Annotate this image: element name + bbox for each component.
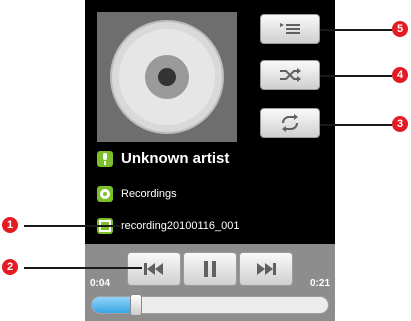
artist-row: Unknown artist — [97, 150, 229, 167]
track-name: recording20100116_001 — [121, 220, 240, 232]
previous-icon — [144, 263, 163, 275]
album-name: Recordings — [121, 188, 177, 200]
shuffle-button[interactable] — [260, 60, 320, 90]
callout-line-3 — [320, 124, 392, 126]
progress-thumb[interactable] — [129, 294, 142, 316]
callout-4: 4 — [392, 67, 408, 83]
playlist-icon — [280, 23, 300, 34]
pause-icon — [204, 261, 216, 277]
callout-line-5 — [320, 29, 392, 31]
album-icon — [97, 186, 113, 202]
pause-button[interactable] — [183, 252, 237, 286]
shuffle-icon — [280, 68, 301, 82]
next-icon — [257, 263, 276, 275]
callout-2: 2 — [2, 259, 18, 275]
callout-5: 5 — [392, 21, 408, 37]
repeat-icon — [282, 114, 298, 132]
next-button[interactable] — [239, 252, 293, 286]
callout-line-4 — [320, 75, 392, 77]
repeat-button[interactable] — [260, 108, 320, 138]
callout-3: 3 — [392, 116, 408, 132]
previous-button[interactable] — [127, 252, 181, 286]
music-player-screen: Unknown artist Recordings recording20100… — [85, 0, 335, 321]
album-row: Recordings — [97, 186, 177, 202]
callout-line-1 — [24, 225, 122, 227]
callout-line-2 — [24, 267, 142, 269]
total-duration: 0:21 — [309, 278, 330, 289]
album-art — [97, 12, 237, 142]
playlist-button[interactable] — [260, 14, 320, 44]
progress-bar[interactable] — [91, 296, 329, 314]
cd-disc-icon — [110, 20, 224, 134]
elapsed-time: 0:04 — [90, 278, 111, 289]
microphone-icon — [97, 150, 113, 167]
callout-1: 1 — [2, 217, 18, 233]
artist-name: Unknown artist — [121, 150, 230, 167]
stage: Unknown artist Recordings recording20100… — [0, 0, 411, 321]
